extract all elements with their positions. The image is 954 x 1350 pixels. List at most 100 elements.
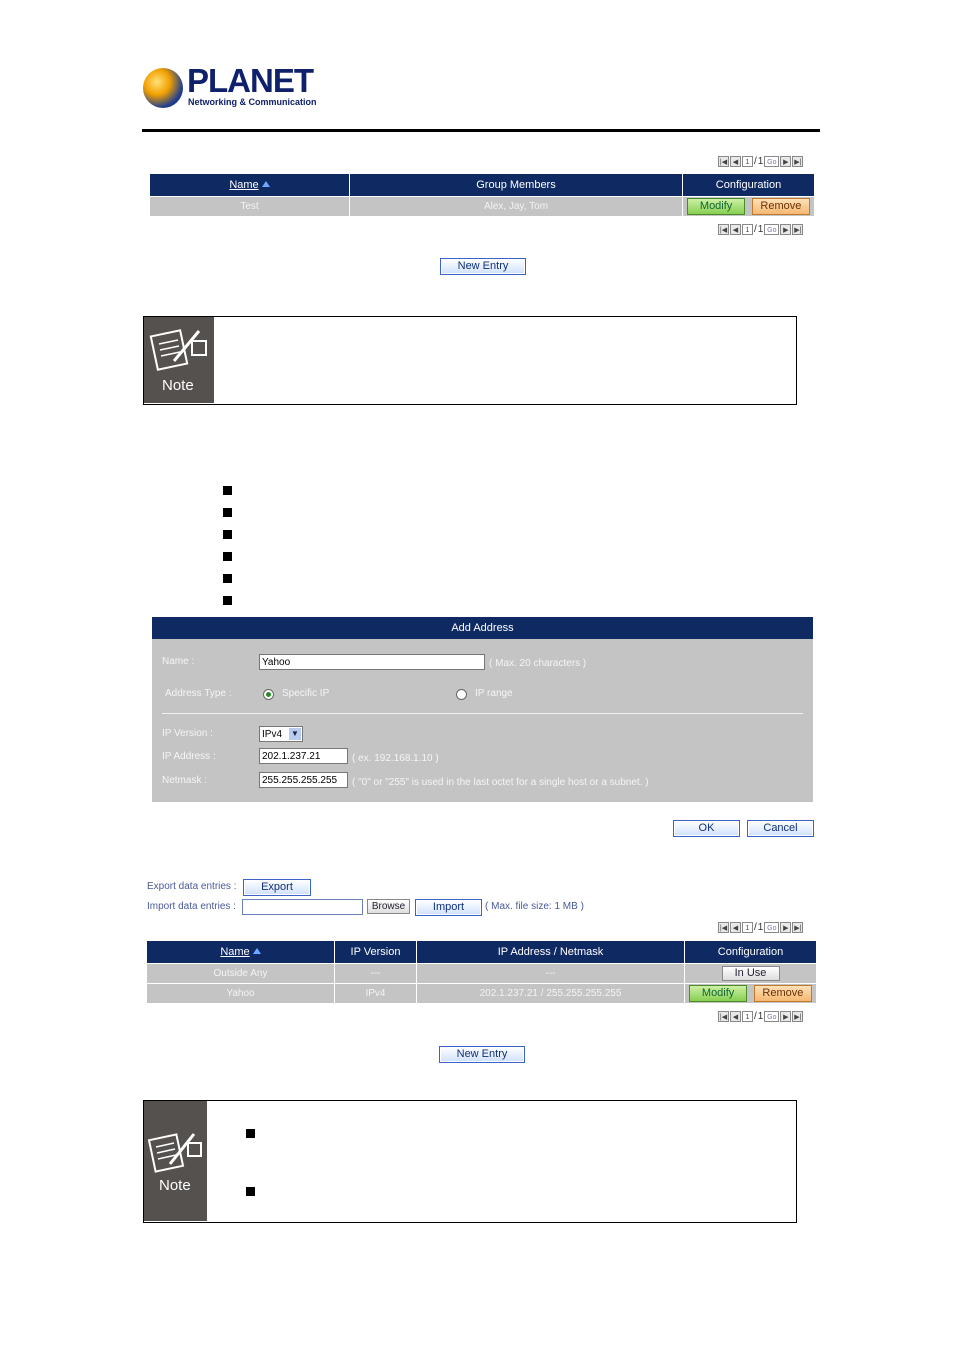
go-button[interactable]: Go	[764, 922, 780, 933]
last-page-icon[interactable]: ▶|	[792, 922, 804, 933]
column-header-configuration: Configuration	[682, 173, 815, 197]
chevron-down-icon[interactable]: ▼	[289, 728, 301, 740]
column-header-group-members: Group Members	[349, 173, 683, 197]
specific-ip-radio[interactable]	[263, 689, 274, 700]
pager-separator: /	[754, 224, 757, 235]
netmask-input[interactable]: 255.255.255.255	[259, 772, 348, 788]
ip-version-select[interactable]: IPv4 ▼	[259, 726, 303, 742]
import-hint: ( Max. file size: 1 MB )	[485, 901, 584, 912]
address-table: Name IP Version IP Address / Netmask Con…	[146, 940, 817, 1004]
in-use-button: In Use	[721, 966, 780, 981]
bullet	[246, 1129, 255, 1138]
modify-button[interactable]: Modify	[687, 198, 746, 215]
page-input[interactable]: 1	[742, 1011, 753, 1022]
column-header-name[interactable]: Name	[146, 940, 335, 964]
table-row: Outside Any --- --- In Use	[146, 963, 817, 984]
pager-top: |◀ ◀ 1 / 1 Go ▶ ▶|	[718, 921, 804, 934]
next-page-icon[interactable]: ▶	[780, 922, 792, 933]
pager-bottom: |◀ ◀ 1 / 1 Go ▶ ▶|	[718, 1010, 804, 1023]
export-label: Export data entries :	[147, 881, 237, 892]
import-file-input[interactable]	[242, 899, 363, 915]
pager-total: 1	[757, 1011, 764, 1022]
pager-total: 1	[757, 224, 764, 235]
pager-bottom: |◀ ◀ 1 / 1 Go ▶ ▶|	[718, 223, 804, 236]
planet-logo-text: PLANET	[187, 62, 314, 99]
bullet	[223, 552, 232, 561]
import-button[interactable]: Import	[415, 899, 482, 916]
name-input[interactable]: Yahoo	[259, 654, 485, 670]
planet-logo-tagline: Networking & Communication	[188, 97, 317, 107]
add-address-title: Add Address	[152, 617, 813, 639]
go-button[interactable]: Go	[764, 1011, 780, 1022]
bullet	[223, 596, 232, 605]
ip-version-label: IP Version :	[162, 728, 213, 739]
ip-range-radio[interactable]	[456, 689, 467, 700]
first-page-icon[interactable]: |◀	[718, 156, 729, 167]
bullet	[223, 574, 232, 583]
ok-button[interactable]: OK	[673, 820, 740, 837]
group-table: Name Group Members Configuration Test Al…	[149, 173, 815, 217]
column-header-configuration: Configuration	[684, 940, 817, 964]
cell-name: Outside Any	[146, 963, 335, 984]
column-header-name[interactable]: Name	[149, 173, 350, 197]
table-row: Test Alex, Jay, Tom Modify Remove	[149, 196, 815, 217]
ip-version-value: IPv4	[262, 729, 283, 740]
cancel-button[interactable]: Cancel	[747, 820, 814, 837]
last-page-icon[interactable]: ▶|	[792, 224, 804, 235]
note-label: Note	[159, 1177, 191, 1194]
export-button[interactable]: Export	[243, 879, 311, 896]
netmask-label: Netmask :	[162, 775, 208, 786]
new-entry-button[interactable]: New Entry	[439, 1046, 525, 1063]
note-sidebar: Note	[144, 317, 214, 403]
cell-ip-address: 202.1.237.21 / 255.255.255.255	[416, 983, 685, 1004]
go-button[interactable]: Go	[764, 224, 780, 235]
last-page-icon[interactable]: ▶|	[792, 1011, 804, 1022]
column-header-ip-address-netmask: IP Address / Netmask	[416, 940, 685, 964]
table-row: Yahoo IPv4 202.1.237.21 / 255.255.255.25…	[146, 983, 817, 1004]
note-label: Note	[162, 377, 194, 394]
sort-asc-icon	[252, 948, 261, 954]
note-sidebar: Note	[144, 1101, 207, 1221]
cell-members: Alex, Jay, Tom	[349, 196, 683, 217]
planet-logo-globe-icon	[143, 68, 183, 108]
cell-config: In Use	[684, 963, 817, 984]
pager-total: 1	[757, 922, 764, 933]
cell-config: Modify Remove	[684, 983, 817, 1004]
bullet	[223, 530, 232, 539]
next-page-icon[interactable]: ▶	[780, 156, 792, 167]
prev-page-icon[interactable]: ◀	[730, 224, 741, 235]
first-page-icon[interactable]: |◀	[718, 1011, 729, 1022]
first-page-icon[interactable]: |◀	[718, 922, 729, 933]
last-page-icon[interactable]: ▶|	[792, 156, 804, 167]
go-button[interactable]: Go	[764, 156, 780, 167]
page-input[interactable]: 1	[742, 224, 753, 235]
divider	[162, 713, 803, 714]
next-page-icon[interactable]: ▶	[780, 1011, 792, 1022]
cell-name: Test	[149, 196, 350, 217]
page-input[interactable]: 1	[742, 156, 753, 167]
page-input[interactable]: 1	[742, 922, 753, 933]
remove-button[interactable]: Remove	[753, 985, 812, 1002]
prev-page-icon[interactable]: ◀	[730, 1011, 741, 1022]
new-entry-button[interactable]: New Entry	[440, 258, 526, 275]
ip-address-input[interactable]: 202.1.237.21	[259, 748, 348, 764]
ip-range-label: IP range	[475, 688, 513, 699]
ip-address-hint: ( ex. 192.168.1.10 )	[352, 753, 439, 764]
notepad-pen-icon	[147, 1133, 202, 1173]
first-page-icon[interactable]: |◀	[718, 224, 729, 235]
add-address-panel	[152, 617, 813, 802]
netmask-hint: ( "0" or "255" is used in the last octet…	[352, 777, 649, 788]
pager-separator: /	[754, 1011, 757, 1022]
cell-ip-version: ---	[334, 963, 417, 984]
pager-total: 1	[757, 156, 764, 167]
remove-button[interactable]: Remove	[751, 198, 810, 215]
prev-page-icon[interactable]: ◀	[730, 922, 741, 933]
prev-page-icon[interactable]: ◀	[730, 156, 741, 167]
next-page-icon[interactable]: ▶	[780, 224, 792, 235]
modify-button[interactable]: Modify	[689, 985, 748, 1002]
specific-ip-label: Specific IP	[282, 688, 330, 699]
browse-button[interactable]: Browse	[367, 899, 410, 914]
bullet	[223, 508, 232, 517]
pager-separator: /	[754, 922, 757, 933]
notepad-pen-icon	[149, 329, 207, 371]
